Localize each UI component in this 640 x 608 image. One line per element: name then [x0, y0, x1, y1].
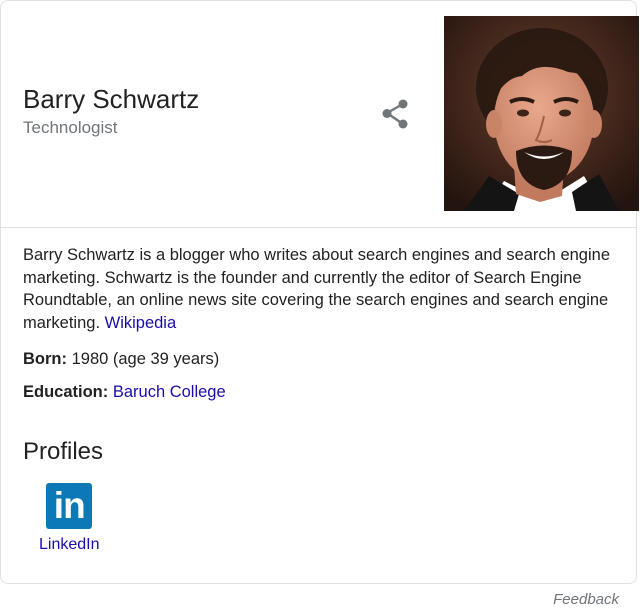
person-photo [444, 16, 639, 211]
share-icon [382, 99, 408, 129]
panel-body: Barry Schwartz is a blogger who writes a… [1, 228, 636, 555]
fact-education: Education: Baruch College [23, 381, 614, 403]
entity-description: Barry Schwartz is a blogger who writes a… [23, 244, 619, 334]
linkedin-icon: in [46, 483, 93, 529]
wikipedia-link[interactable]: Wikipedia [105, 314, 177, 332]
profile-label: LinkedIn [39, 536, 100, 553]
fact-born: Born: 1980 (age 39 years) [23, 348, 614, 370]
fact-label: Education: [23, 383, 109, 401]
entity-title: Barry Schwartz [23, 84, 200, 114]
fact-value: 1980 (age 39 years) [71, 350, 220, 368]
profile-linkedin[interactable]: in LinkedIn [39, 483, 100, 555]
knowledge-panel: Barry Schwartz Technologist Barry Schwar… [0, 0, 639, 584]
education-link[interactable]: Baruch College [113, 383, 226, 401]
feedback-link[interactable]: Feedback [553, 591, 619, 608]
panel-header: Barry Schwartz Technologist [1, 1, 639, 228]
profiles-heading: Profiles [23, 438, 104, 465]
entity-subtitle: Technologist [23, 118, 118, 137]
share-button[interactable] [378, 97, 412, 131]
fact-label: Born: [23, 350, 67, 368]
linkedin-icon-text: in [53, 485, 86, 526]
profile-photo[interactable] [444, 16, 639, 211]
